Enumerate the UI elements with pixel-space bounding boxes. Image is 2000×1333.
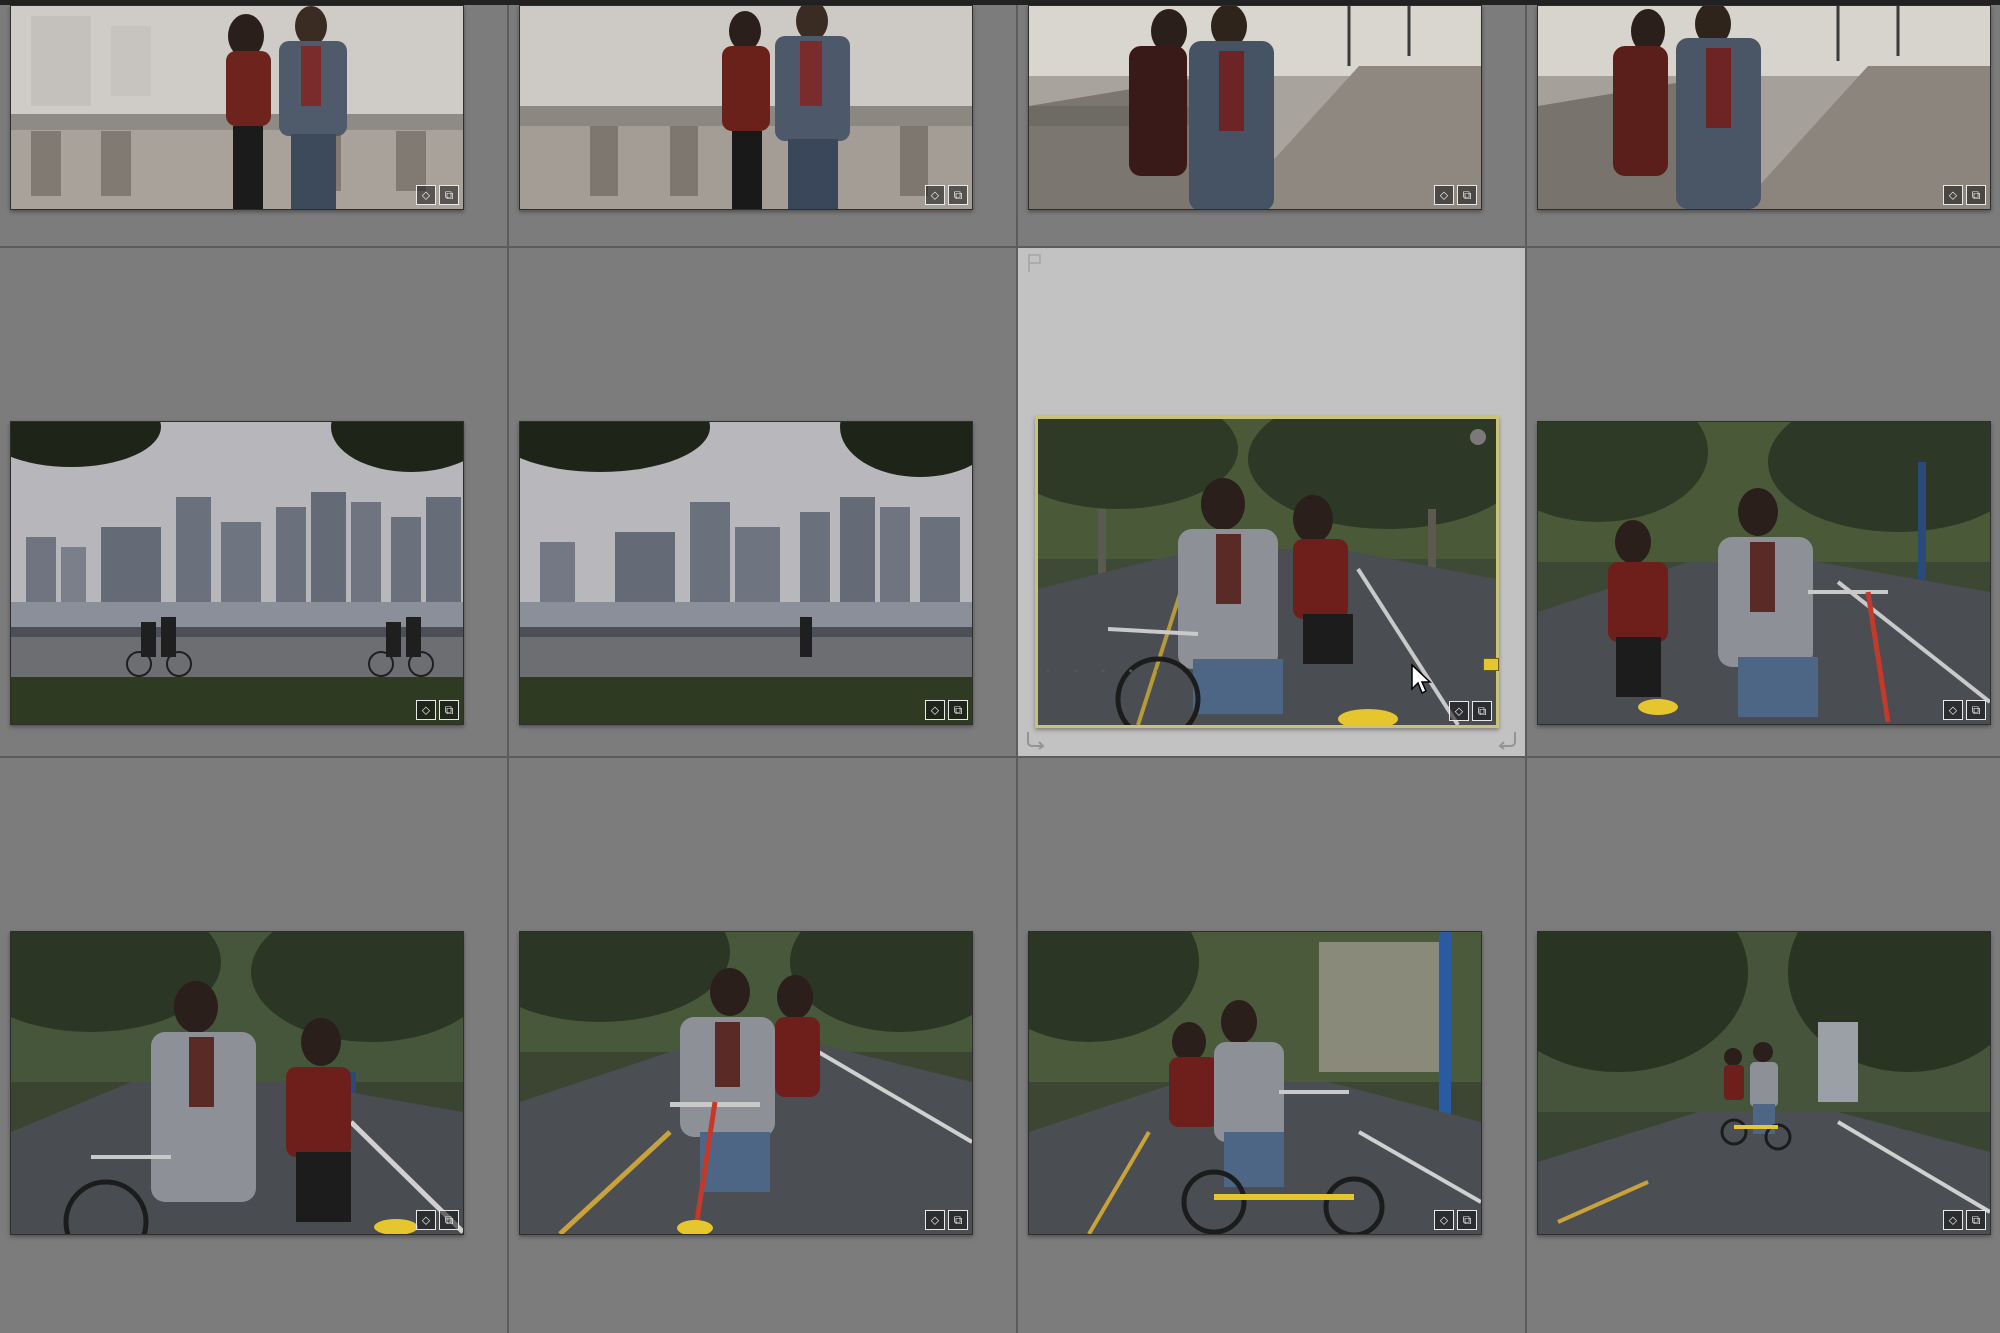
virtual-copy-icon[interactable]: ⧉: [439, 700, 459, 720]
photo-couple-tandem-bike: [11, 932, 463, 1234]
grid-cell[interactable]: ⬦ ⧉: [1527, 248, 2000, 758]
virtual-copy-icon[interactable]: ⧉: [439, 1210, 459, 1230]
virtual-copy-icon[interactable]: ⧉: [948, 1210, 968, 1230]
tag-icon[interactable]: ⬦: [925, 185, 945, 205]
thumbnail[interactable]: ⬦ ⧉: [519, 421, 973, 725]
tag-icon[interactable]: ⬦: [1434, 1210, 1454, 1230]
tag-icon[interactable]: ⬦: [1449, 701, 1469, 721]
thumbnail-badges: ⬦ ⧉: [925, 1210, 968, 1230]
virtual-copy-icon[interactable]: ⧉: [1966, 700, 1986, 720]
tag-icon[interactable]: ⬦: [1943, 185, 1963, 205]
color-label-swatch[interactable]: [1483, 658, 1499, 671]
virtual-copy-icon[interactable]: ⧉: [948, 700, 968, 720]
tag-icon[interactable]: ⬦: [1943, 700, 1963, 720]
thumbnail[interactable]: ⬦ ⧉: [1537, 931, 1991, 1235]
virtual-copy-icon[interactable]: ⧉: [1457, 1210, 1477, 1230]
library-grid: ⬦ ⧉ ⬦ ⧉ ⬦ ⧉ ⬦ ⧉ ⬦ ⧉ ⬦ ⧉ ⬦ ⧉ • • • • • ⬦ …: [0, 5, 2000, 1333]
grid-cell-selected[interactable]: ⬦ ⧉ • • • • •: [1018, 248, 1527, 758]
thumbnail[interactable]: ⬦ ⧉: [10, 5, 464, 210]
thumbnail-badges: ⬦ ⧉: [1449, 701, 1492, 721]
thumbnail[interactable]: ⬦ ⧉: [1028, 931, 1482, 1235]
grid-cell[interactable]: ⬦ ⧉: [1527, 5, 2000, 248]
thumbnail-badges: ⬦ ⧉: [1943, 700, 1986, 720]
thumbnail-badges: ⬦ ⧉: [925, 700, 968, 720]
grid-cell[interactable]: ⬦ ⧉: [0, 5, 509, 248]
virtual-copy-icon[interactable]: ⧉: [948, 185, 968, 205]
thumbnail-badges: ⬦ ⧉: [416, 700, 459, 720]
tag-icon[interactable]: ⬦: [1434, 185, 1454, 205]
thumbnail-badges: ⬦ ⧉: [416, 185, 459, 205]
thumbnail[interactable]: ⬦ ⧉: [1537, 5, 1991, 210]
photo-couple-promenade: [1029, 6, 1481, 209]
grid-cell[interactable]: ⬦ ⧉: [509, 5, 1018, 248]
rating-stars[interactable]: • • • • •: [1046, 664, 1170, 678]
tag-icon[interactable]: ⬦: [416, 1210, 436, 1230]
thumbnail[interactable]: ⬦ ⧉: [1028, 5, 1482, 210]
photo-couple-tandem-bike: [1029, 932, 1481, 1234]
tag-icon[interactable]: ⬦: [416, 700, 436, 720]
thumbnail-badges: ⬦ ⧉: [1434, 185, 1477, 205]
grid-cell[interactable]: ⬦ ⧉: [509, 758, 1018, 1333]
thumbnail-badges: ⬦ ⧉: [1943, 1210, 1986, 1230]
thumbnail[interactable]: ⬦ ⧉: [10, 931, 464, 1235]
grid-cell[interactable]: ⬦ ⧉: [509, 248, 1018, 758]
thumbnail-badges: ⬦ ⧉: [925, 185, 968, 205]
virtual-copy-icon[interactable]: ⧉: [439, 185, 459, 205]
photo-couple-tandem-bike: [1538, 422, 1990, 724]
virtual-copy-icon[interactable]: ⧉: [1966, 185, 1986, 205]
thumbnail[interactable]: ⬦ ⧉: [519, 931, 973, 1235]
grid-cell[interactable]: ⬦ ⧉: [0, 248, 509, 758]
thumbnail[interactable]: ⬦ ⧉: [10, 421, 464, 725]
grid-cell[interactable]: ⬦ ⧉: [1018, 758, 1527, 1333]
photo-couple-walking: [520, 6, 972, 209]
virtual-copy-icon[interactable]: ⧉: [1457, 185, 1477, 205]
tag-icon[interactable]: ⬦: [1943, 1210, 1963, 1230]
tag-icon[interactable]: ⬦: [416, 185, 436, 205]
rotate-left-icon[interactable]: [1024, 728, 1048, 750]
photo-couple-walking: [11, 6, 463, 209]
tag-icon[interactable]: ⬦: [925, 1210, 945, 1230]
rotate-right-icon[interactable]: [1495, 728, 1519, 750]
thumbnail[interactable]: ⬦ ⧉: [1537, 421, 1991, 725]
mouse-cursor-icon: [1411, 663, 1432, 695]
grid-cell[interactable]: ⬦ ⧉: [1527, 758, 2000, 1333]
virtual-copy-icon[interactable]: ⧉: [1472, 701, 1492, 721]
photo-city-skyline: [520, 422, 972, 724]
flag-icon[interactable]: [1026, 252, 1044, 274]
tag-icon[interactable]: ⬦: [925, 700, 945, 720]
thumbnail-badges: ⬦ ⧉: [416, 1210, 459, 1230]
photo-couple-tandem-bike-distance: [1538, 932, 1990, 1234]
photo-city-skyline: [11, 422, 463, 724]
thumbnail-badges: ⬦ ⧉: [1943, 185, 1986, 205]
thumbnail-badges: ⬦ ⧉: [1434, 1210, 1477, 1230]
grid-cell[interactable]: ⬦ ⧉: [0, 758, 509, 1333]
photo-couple-promenade: [1538, 6, 1990, 209]
thumbnail[interactable]: ⬦ ⧉: [519, 5, 973, 210]
grid-cell[interactable]: ⬦ ⧉: [1018, 5, 1527, 248]
virtual-copy-icon[interactable]: ⧉: [1966, 1210, 1986, 1230]
photo-couple-tandem-bike: [520, 932, 972, 1234]
